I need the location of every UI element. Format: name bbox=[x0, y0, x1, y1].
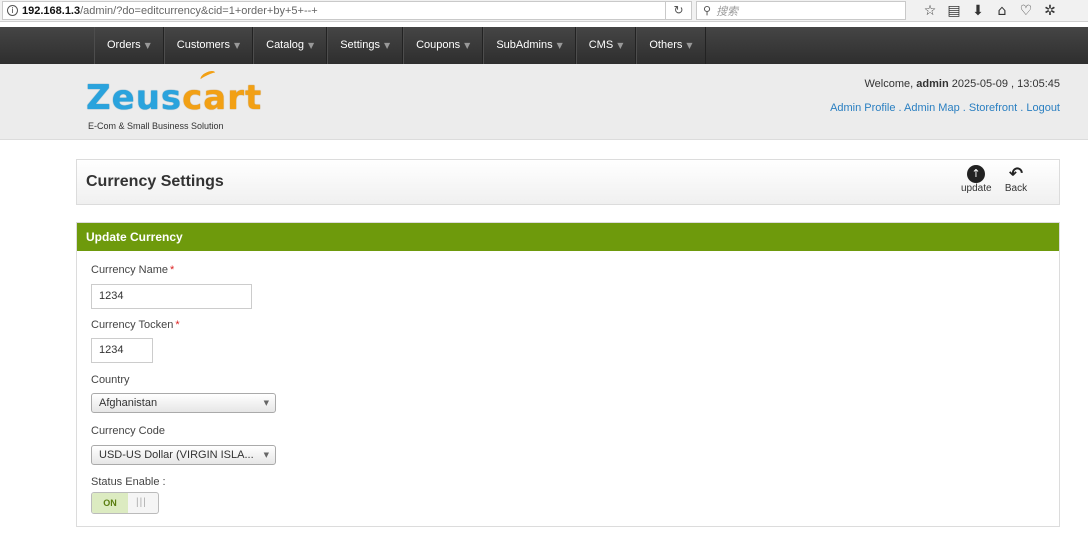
country-selected-value: Afghanistan bbox=[99, 397, 158, 409]
back-button[interactable]: ↶ Back bbox=[1001, 165, 1031, 194]
chevron-down-icon: ▼ bbox=[556, 41, 563, 50]
search-icon: ⚲ bbox=[703, 4, 712, 17]
nav-item-label: Others bbox=[649, 39, 683, 51]
nav-item-orders[interactable]: Orders ▼ bbox=[94, 27, 164, 64]
nav-item-label: Coupons bbox=[416, 39, 461, 51]
currency-code-selected-value: USD-US Dollar (VIRGIN ISLA... bbox=[99, 449, 254, 461]
currency-name-label: Currency Name * bbox=[91, 264, 174, 276]
link-separator: . bbox=[895, 102, 905, 114]
currency-code-select[interactable]: USD-US Dollar (VIRGIN ISLA... ▼ bbox=[91, 445, 276, 465]
site-header: Zeuscart E-Com & Small Business Solution… bbox=[0, 64, 1088, 140]
required-asterisk: * bbox=[175, 319, 180, 331]
reading-list-icon[interactable]: ▤ bbox=[942, 3, 966, 19]
admin-nav-menu: Orders ▼ Customers ▼ Catalog ▼ Settings ▼ Co… bbox=[94, 27, 706, 64]
link-separator: . bbox=[1017, 102, 1027, 114]
chevron-down-icon: ▼ bbox=[383, 41, 391, 50]
nav-item-label: Settings bbox=[340, 39, 380, 51]
admin-links: Admin Profile . Admin Map . Storefront .… bbox=[830, 102, 1060, 114]
browser-toolbar: i 192.168.1.3 /admin/?do=editcurrency&ci… bbox=[0, 0, 1088, 22]
pocket-icon[interactable]: ♡ bbox=[1014, 3, 1038, 19]
currency-code-label: Currency Code bbox=[91, 425, 165, 437]
current-datetime: 2025-05-09 , 13:05:45 bbox=[951, 78, 1060, 90]
status-enable-toggle[interactable]: ON ||| bbox=[91, 492, 159, 514]
chevron-down-icon: ▼ bbox=[308, 41, 315, 50]
nav-item-cms[interactable]: CMS ▼ bbox=[575, 27, 637, 64]
page-title: Currency Settings bbox=[86, 173, 224, 190]
download-icon[interactable]: ⬇ bbox=[966, 3, 990, 19]
chevron-down-icon: ▼ bbox=[464, 41, 471, 50]
address-bar[interactable]: i 192.168.1.3 /admin/?do=editcurrency&ci… bbox=[2, 1, 666, 20]
undo-arrow-icon: ↶ bbox=[1008, 164, 1024, 184]
nav-item-catalog[interactable]: Catalog ▼ bbox=[253, 27, 328, 64]
storefront-link[interactable]: Storefront bbox=[969, 102, 1017, 114]
welcome-message: Welcome, admin 2025-05-09 , 13:05:45 bbox=[865, 78, 1061, 90]
nav-item-customers[interactable]: Customers ▼ bbox=[163, 27, 254, 64]
logout-link[interactable]: Logout bbox=[1026, 102, 1060, 114]
nav-item-coupons[interactable]: Coupons ▼ bbox=[403, 27, 484, 64]
nav-item-label: Orders bbox=[107, 39, 141, 51]
link-separator: . bbox=[959, 102, 969, 114]
nav-item-label: Catalog bbox=[266, 39, 305, 51]
toggle-on-label: ON bbox=[92, 493, 128, 513]
logo-wordmark: Zeuscart bbox=[86, 78, 262, 118]
url-host: 192.168.1.3 bbox=[22, 4, 81, 17]
nav-item-label: Customers bbox=[176, 39, 230, 51]
currency-name-input[interactable]: 1234 bbox=[91, 284, 252, 309]
toggle-grip-icon: ||| bbox=[136, 497, 147, 508]
currency-token-label-text: Currency Tocken bbox=[91, 319, 174, 331]
country-select[interactable]: Afghanistan ▼ bbox=[91, 393, 276, 413]
currency-token-label: Currency Tocken * bbox=[91, 319, 180, 331]
nav-item-subadmins[interactable]: SubAdmins ▼ bbox=[483, 27, 576, 64]
chevron-down-icon: ▼ bbox=[144, 41, 151, 50]
required-asterisk: * bbox=[170, 264, 175, 276]
site-info-icon[interactable]: i bbox=[7, 5, 18, 16]
chevron-down-icon: ▼ bbox=[233, 41, 241, 50]
browser-search-input[interactable]: ⚲ 搜索 bbox=[696, 1, 906, 20]
chevron-down-icon: ▼ bbox=[617, 41, 624, 50]
nav-item-label: CMS bbox=[588, 39, 614, 51]
logo-text-zeus: Zeus bbox=[86, 78, 183, 118]
home-icon[interactable]: ⌂ bbox=[990, 3, 1014, 19]
admin-map-link[interactable]: Admin Map bbox=[904, 102, 960, 114]
nav-item-label: SubAdmins bbox=[496, 39, 553, 51]
welcome-username: admin bbox=[916, 78, 949, 90]
browser-toolbar-icons: ☆ ▤ ⬇ ⌂ ♡ ✲ bbox=[918, 1, 1062, 21]
logo-tagline: E-Com & Small Business Solution bbox=[88, 121, 224, 131]
admin-nav-bar: Orders ▼ Customers ▼ Catalog ▼ Settings ▼ Co… bbox=[0, 27, 1088, 64]
logo-text-cart: cart bbox=[182, 78, 263, 118]
admin-profile-link[interactable]: Admin Profile bbox=[830, 102, 895, 114]
chevron-down-icon: ▼ bbox=[263, 451, 269, 459]
status-enable-label: Status Enable : bbox=[91, 476, 166, 488]
currency-name-label-text: Currency Name bbox=[91, 264, 169, 276]
update-currency-panel: Update Currency Currency Name * 1234 Curr… bbox=[76, 222, 1060, 527]
back-label: Back bbox=[1004, 183, 1028, 194]
zeuscart-logo[interactable]: Zeuscart E-Com & Small Business Solution bbox=[86, 68, 261, 134]
search-placeholder: 搜索 bbox=[716, 5, 739, 18]
update-button[interactable]: ↑ update bbox=[961, 165, 992, 194]
page-title-panel: Currency Settings ↑ update ↶ Back bbox=[76, 159, 1060, 205]
bookmark-star-icon[interactable]: ☆ bbox=[918, 3, 942, 19]
currency-token-input[interactable]: 1234 bbox=[91, 338, 153, 363]
country-label: Country bbox=[91, 374, 130, 386]
update-label: update bbox=[961, 183, 992, 194]
arrow-up-circle-icon: ↑ bbox=[967, 165, 985, 183]
extension-icon[interactable]: ✲ bbox=[1038, 3, 1062, 19]
nav-item-settings[interactable]: Settings ▼ bbox=[327, 27, 404, 64]
reload-icon[interactable]: ↻ bbox=[666, 1, 692, 20]
form-heading: Update Currency bbox=[77, 223, 1059, 251]
nav-item-others[interactable]: Others ▼ bbox=[636, 27, 706, 64]
chevron-down-icon: ▼ bbox=[686, 41, 693, 50]
chevron-down-icon: ▼ bbox=[263, 399, 269, 407]
url-path: /admin/?do=editcurrency&cid=1+order+by+5… bbox=[80, 4, 318, 17]
welcome-prefix: Welcome, bbox=[864, 78, 914, 90]
